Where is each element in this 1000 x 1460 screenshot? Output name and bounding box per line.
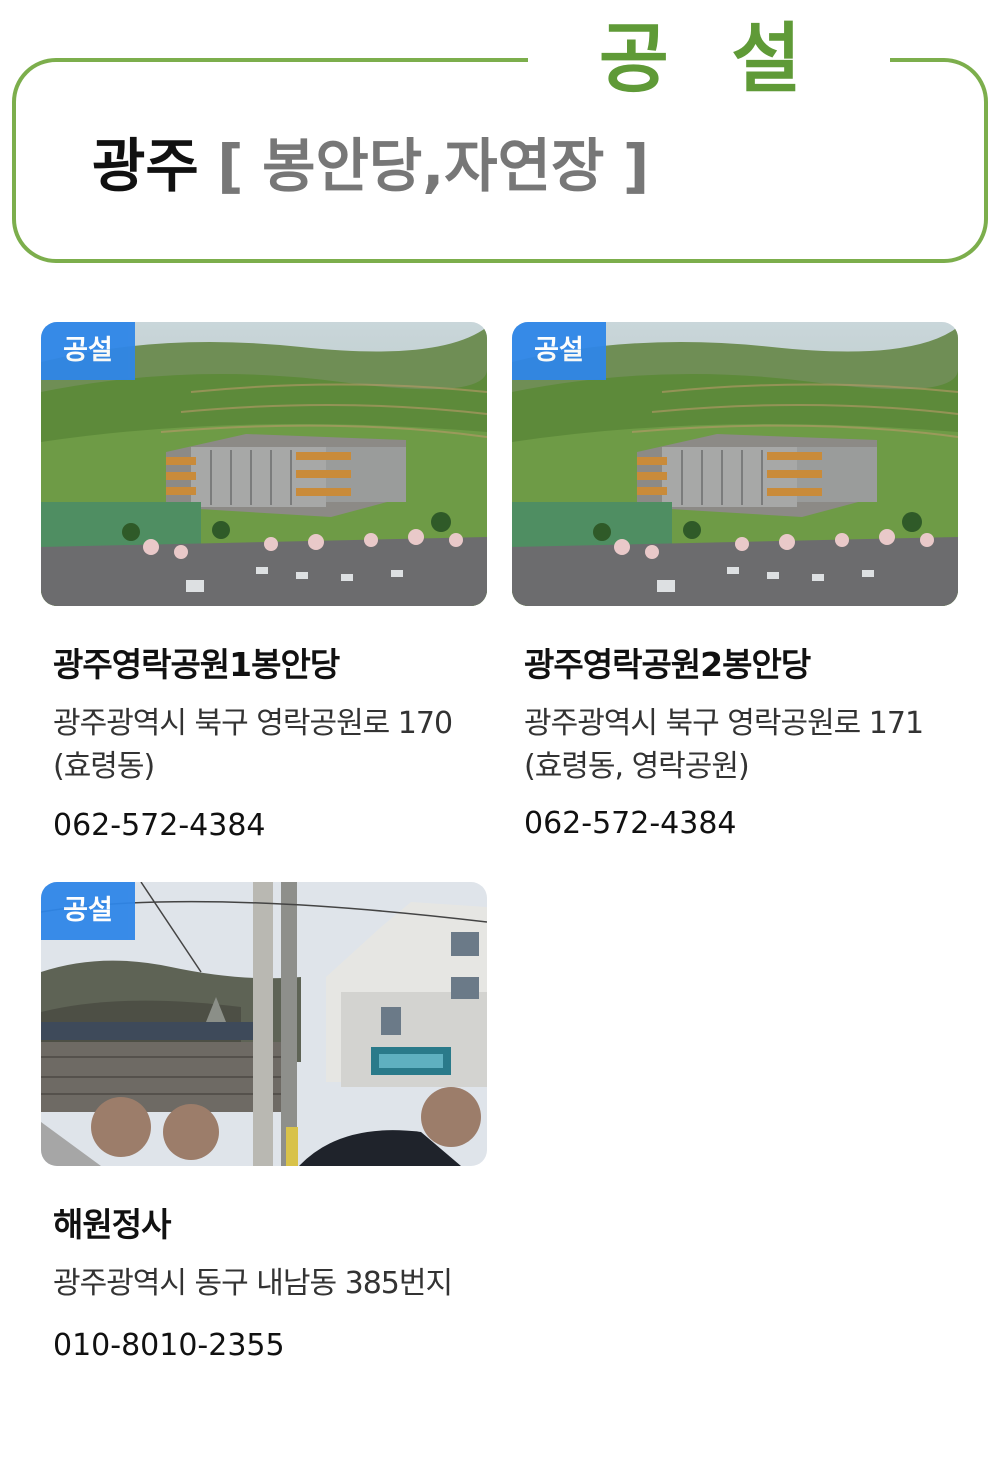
facility-address: 광주광역시 북구 영락공원로 170 (효령동) <box>53 706 453 784</box>
facility-phone[interactable]: 010-8010-2355 <box>53 1328 285 1363</box>
facility-image[interactable]: 공설 <box>41 882 487 1166</box>
facility-phone[interactable]: 062-572-4384 <box>524 806 737 841</box>
region-heading: 광주 [ 봉안당,자연장 ] <box>92 126 649 206</box>
public-badge: 공설 <box>41 322 135 380</box>
facility-address: 광주광역시 동구 내남동 385번지 <box>53 1266 453 1301</box>
section-title: 공 설 <box>598 14 820 103</box>
facility-card[interactable]: 공설 광주영락공원1봉안당 광주광역시 북구 영락공원로 170 (효령동) 0… <box>41 322 487 852</box>
region-facility-types: 봉안당,자연장 <box>262 132 605 200</box>
public-badge: 공설 <box>41 882 135 940</box>
facility-phone[interactable]: 062-572-4384 <box>53 808 266 843</box>
facility-image[interactable]: 공설 <box>512 322 958 606</box>
facility-title[interactable]: 광주영락공원1봉안당 <box>53 638 340 686</box>
region-close-bracket: ] <box>622 132 650 200</box>
facility-image[interactable]: 공설 <box>41 322 487 606</box>
facility-title[interactable]: 광주영락공원2봉안당 <box>524 638 811 686</box>
region-name: 광주 <box>92 132 199 200</box>
facility-card[interactable]: 공설 해원정사 광주광역시 동구 내남동 385번지 010-8010-2355 <box>41 882 487 1382</box>
facility-title[interactable]: 해원정사 <box>53 1198 171 1246</box>
facility-card[interactable]: 공설 광주영락공원2봉안당 광주광역시 북구 영락공원로 171 (효령동, 영… <box>512 322 958 852</box>
facility-address: 광주광역시 북구 영락공원로 171 (효령동, 영락공원) <box>524 706 924 784</box>
region-open-bracket: [ <box>217 132 244 200</box>
public-badge: 공설 <box>512 322 606 380</box>
